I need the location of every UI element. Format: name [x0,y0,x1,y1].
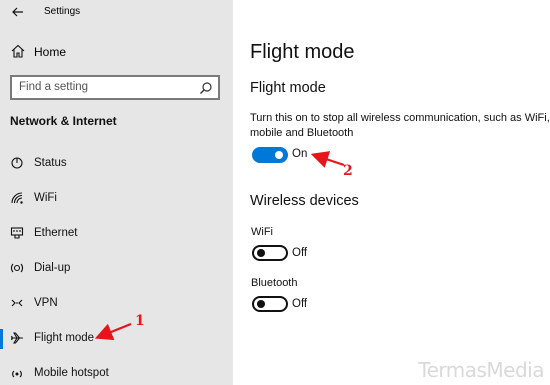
annotation-arrow-1 [94,322,132,341]
annotation-label-2: 2 [343,163,353,179]
annotation-label-1: 1 [135,313,145,329]
annotation-overlay [94,151,345,341]
annotation-arrow-2 [310,151,345,168]
watermark: TermasMedia [418,358,544,382]
